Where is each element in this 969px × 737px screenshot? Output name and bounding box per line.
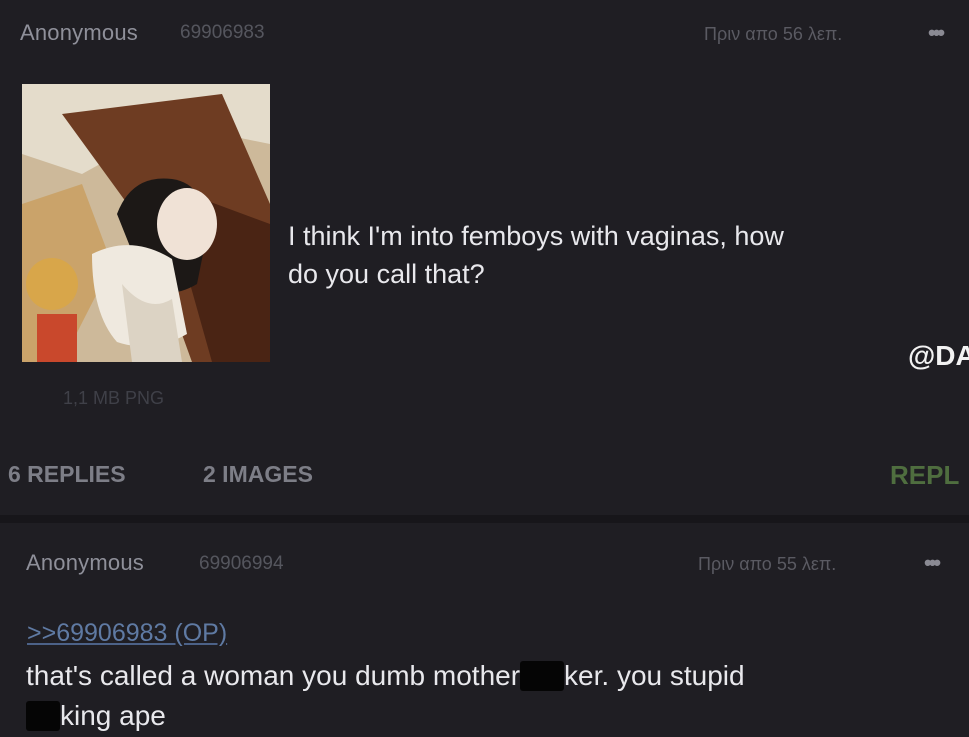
- reply-text-line-1: that's called a woman you dumb mother ker…: [26, 657, 745, 695]
- images-count[interactable]: 2 IMAGES: [203, 461, 313, 488]
- anime-image: [22, 84, 270, 362]
- post-text-line-1: I think I'm into femboys with vaginas, h…: [288, 221, 784, 251]
- censor-bar: [26, 701, 60, 731]
- watermark: @DA: [908, 340, 969, 371]
- op-post: Anonymous 69906983 Πριν απο 56 λεπ. ••• …: [0, 0, 969, 515]
- reply-text-part: that's called a woman you dumb mother: [26, 660, 521, 691]
- reply-text-part: ker. you stupid: [564, 660, 745, 691]
- post-time: Πριν απο 55 λεπ.: [698, 554, 837, 574]
- file-info: 1,1 MB PNG: [63, 388, 165, 408]
- reply-text-part: king ape: [60, 700, 166, 731]
- censor-bar: [520, 661, 565, 691]
- poster-name: Anonymous: [20, 20, 138, 45]
- post-text-line-2: do you call that?: [288, 259, 485, 289]
- post-divider: [0, 515, 969, 523]
- reply-text-line-2: king ape: [26, 697, 166, 735]
- more-options-icon[interactable]: •••: [924, 550, 941, 576]
- more-options-icon[interactable]: •••: [928, 20, 945, 46]
- poster-name: Anonymous: [26, 550, 144, 575]
- post-number[interactable]: 69906994: [199, 553, 284, 575]
- post-time: Πριν απο 56 λεπ.: [704, 24, 843, 44]
- post-thumbnail[interactable]: [22, 84, 270, 362]
- replies-count[interactable]: 6 REPLIES: [8, 461, 126, 488]
- reply-button[interactable]: REPL: [890, 460, 959, 491]
- post-number[interactable]: 69906983: [180, 22, 265, 44]
- quote-link-op[interactable]: >>69906983 (OP): [27, 619, 227, 648]
